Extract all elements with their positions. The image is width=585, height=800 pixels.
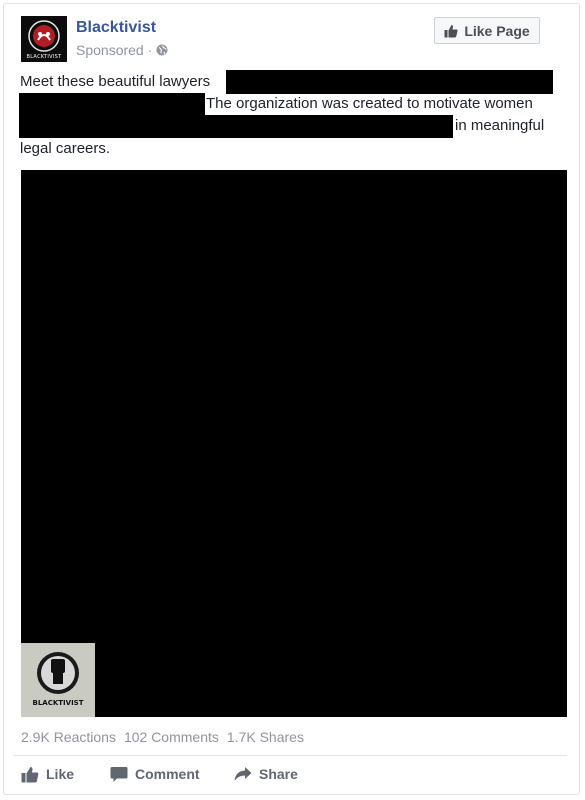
engagement-stats: 2.9K Reactions 102 Comments 1.7K Shares	[21, 729, 304, 745]
redaction-bar	[19, 115, 453, 138]
page-name-link[interactable]: Blacktivist	[76, 19, 156, 37]
image-watermark: BLACKTIVIST	[21, 643, 95, 717]
redaction-bar	[19, 93, 205, 116]
divider	[13, 755, 567, 756]
like-button[interactable]: Like	[21, 763, 110, 785]
post-text-line-2: The organization was created to motivate…	[206, 95, 533, 112]
watermark-text: BLACKTIVIST	[32, 699, 84, 707]
action-bar: Like Comment Share	[21, 763, 298, 785]
sponsored-text: Sponsored ·	[76, 42, 153, 58]
share-label: Share	[259, 766, 298, 782]
avatar-logo-text: BLACKTIVIST	[26, 54, 62, 60]
comment-icon	[110, 766, 128, 782]
like-label: Like	[46, 766, 75, 782]
globe-icon[interactable]	[156, 44, 168, 56]
page-avatar[interactable]: BLACKTIVIST	[21, 16, 67, 62]
share-button[interactable]: Share	[234, 763, 298, 785]
thumbs-up-icon	[21, 766, 39, 782]
comments-count[interactable]: 102 Comments	[124, 729, 219, 745]
post-text-line-3: in meaningful	[455, 117, 545, 134]
share-icon	[234, 767, 252, 781]
sponsored-label: Sponsored ·	[76, 42, 168, 58]
shares-count[interactable]: 1.7K Shares	[227, 729, 304, 745]
like-page-label: Like Page	[464, 22, 530, 39]
redaction-bar	[226, 70, 553, 94]
comment-label: Comment	[135, 766, 200, 782]
reactions-count[interactable]: 2.9K Reactions	[21, 729, 116, 745]
post-image-redacted[interactable]	[21, 170, 567, 717]
comment-button[interactable]: Comment	[110, 763, 234, 785]
post-text-line-4: legal careers.	[20, 140, 111, 157]
thumbs-up-icon	[444, 24, 458, 37]
like-page-button[interactable]: Like Page	[434, 17, 540, 44]
